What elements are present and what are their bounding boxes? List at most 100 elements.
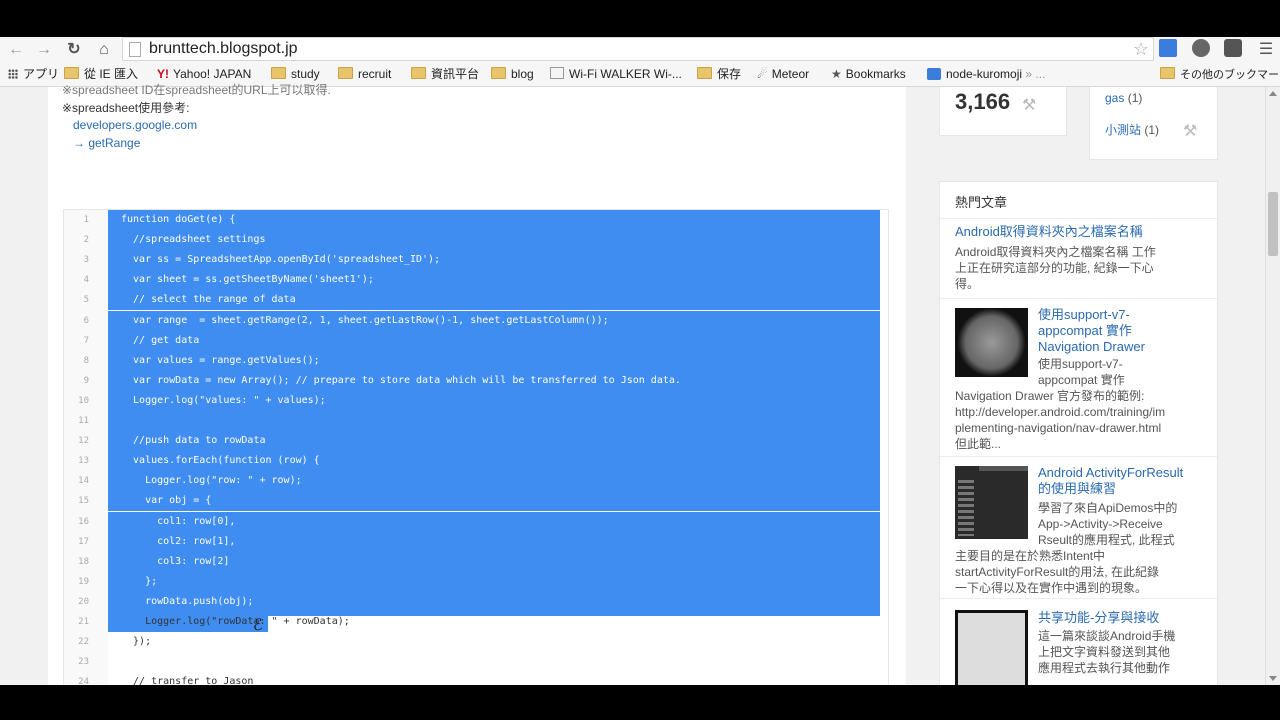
getrange-link[interactable]: → getRange bbox=[73, 136, 140, 150]
code-text: Logger.log("values: " + values); bbox=[121, 394, 326, 406]
bookmark-label: アプリ bbox=[23, 67, 60, 81]
folder-icon bbox=[411, 67, 426, 79]
reload-icon[interactable]: ↻ bbox=[64, 40, 84, 60]
post-title[interactable]: 共享功能-分享與接收 bbox=[1038, 610, 1159, 626]
code-text: col3: row[2] bbox=[121, 555, 230, 567]
line-number: 1 bbox=[83, 215, 89, 225]
code-text: col1: row[0], bbox=[121, 515, 236, 527]
line-number: 14 bbox=[78, 476, 89, 487]
code-line[interactable]: 8 var values = range.getValues(); bbox=[64, 350, 884, 371]
browser-toolbar: ← → ↻ ⌂ brunttech.blogspot.jp ☆ ☰ bbox=[0, 37, 1280, 62]
post-title-line: Navigation Drawer bbox=[1038, 339, 1145, 354]
code-line[interactable]: 18 col3: row[2] bbox=[64, 551, 884, 572]
code-line[interactable]: 23 bbox=[64, 652, 884, 672]
code-block[interactable]: 1 function doGet(e) {2 //spreadsheet sett… bbox=[63, 209, 889, 685]
line-number: 19 bbox=[78, 576, 89, 587]
post-snippet-cont: 主要目的是在於熟悉Intent中 startActivityForResult的… bbox=[955, 548, 1159, 596]
code-line[interactable]: 9 var rowData = new Array(); // prepare … bbox=[64, 370, 884, 391]
code-line[interactable]: 19 }; bbox=[64, 571, 884, 592]
forward-icon[interactable]: → bbox=[34, 40, 54, 60]
code-text: var values = range.getValues(); bbox=[121, 354, 320, 366]
post-title[interactable]: 使用support-v7- appcompat 實作 Navigation Dr… bbox=[1038, 307, 1145, 355]
line-number: 10 bbox=[78, 395, 89, 406]
bookmark-yahoo[interactable]: Y! Yahoo! JAPAN bbox=[157, 66, 251, 82]
line-number: 23 bbox=[78, 657, 89, 668]
bookmark-label: study bbox=[291, 67, 320, 81]
extension-icon[interactable] bbox=[1192, 39, 1210, 57]
pocket-icon[interactable] bbox=[1224, 39, 1242, 57]
bookmark-label: recruit bbox=[358, 67, 392, 81]
code-line[interactable]: 16 col1: row[0], bbox=[64, 511, 884, 532]
post-title[interactable]: Android取得資料夾內之檔案名稱 bbox=[955, 224, 1143, 240]
bookmark-recruit[interactable]: recruit bbox=[338, 66, 391, 82]
code-line[interactable]: 15 var obj = { bbox=[64, 491, 884, 512]
code-text: // get data bbox=[121, 334, 200, 346]
menu-icon[interactable]: ☰ bbox=[1256, 40, 1276, 60]
code-line[interactable]: 17 col2: row[1], bbox=[64, 531, 884, 552]
label-gas[interactable]: gas (1) bbox=[1105, 91, 1142, 105]
bookmark-info-platform[interactable]: 資訊平台 bbox=[411, 66, 479, 82]
overflow-icon[interactable]: » ... bbox=[1025, 67, 1045, 81]
wrench-icon[interactable]: ⚒ bbox=[1183, 121, 1197, 141]
line-number: 7 bbox=[83, 335, 89, 346]
developers-link[interactable]: developers.google.com bbox=[73, 118, 197, 132]
bookmark-apps[interactable]: アプリ bbox=[8, 66, 59, 82]
line-number: 20 bbox=[78, 596, 89, 607]
bookmark-star-icon[interactable]: ☆ bbox=[1133, 38, 1149, 60]
wrench-icon[interactable]: ⚒ bbox=[1022, 95, 1036, 115]
post-title[interactable]: Android ActivityForResult 的使用與練習 bbox=[1038, 465, 1183, 497]
folder-icon bbox=[64, 67, 79, 79]
label-small-test[interactable]: 小測站 (1) bbox=[1105, 121, 1159, 138]
scrollbar-thumb[interactable] bbox=[1268, 192, 1278, 256]
code-line[interactable]: 12 //push data to rowData bbox=[64, 431, 884, 452]
apps-icon bbox=[8, 69, 18, 79]
bookmark-ie-import[interactable]: 從 IE 匯入 bbox=[64, 66, 138, 82]
code-line[interactable]: 6 var range = sheet.getRange(2, 1, sheet… bbox=[64, 310, 884, 331]
line-number: 8 bbox=[83, 355, 89, 366]
bookmark-node-kuromoji[interactable]: node-kuromoji » ... bbox=[927, 66, 1045, 82]
line-number: 2 bbox=[83, 235, 89, 246]
code-line[interactable]: 3 var ss = SpreadsheetApp.openById('spre… bbox=[64, 250, 884, 271]
code-line[interactable]: 14 Logger.log("row: " + row); bbox=[64, 471, 884, 492]
back-icon[interactable]: ← bbox=[6, 40, 26, 60]
scroll-down-icon[interactable] bbox=[1269, 676, 1277, 681]
code-line[interactable]: 7 // get data bbox=[64, 330, 884, 351]
bookmark-save[interactable]: 保存 bbox=[697, 66, 741, 82]
snippet-line: 使用support-v7- bbox=[1038, 357, 1123, 371]
code-line[interactable]: 20 rowData.push(obj); bbox=[64, 591, 884, 612]
code-line[interactable]: 13 values.forEach(function (row) { bbox=[64, 451, 884, 472]
code-line[interactable]: 2 //spreadsheet settings bbox=[64, 230, 884, 251]
code-line[interactable]: 11 bbox=[64, 411, 884, 431]
code-text: // select the range of data bbox=[121, 294, 296, 306]
site-icon bbox=[927, 68, 941, 80]
page-scrollbar[interactable] bbox=[1265, 87, 1280, 685]
scroll-up-icon[interactable] bbox=[1269, 91, 1277, 96]
download-extension-icon[interactable] bbox=[1159, 39, 1177, 57]
bookmark-bookmarks[interactable]: ★ Bookmarks bbox=[831, 66, 906, 82]
star-icon: ★ bbox=[831, 67, 842, 81]
bookmark-label: 資訊平台 bbox=[431, 67, 480, 81]
bookmark-meteor[interactable]: ☄ Meteor bbox=[757, 66, 809, 82]
bookmark-other[interactable]: その他のブックマーク bbox=[1160, 66, 1280, 83]
popular-posts-widget: 熱門文章 Android取得資料夾內之檔案名稱 Android取得資料夾內之檔案… bbox=[939, 181, 1218, 685]
code-line[interactable]: 4 var sheet = ss.getSheetByName('sheet1'… bbox=[64, 270, 884, 291]
address-bar[interactable]: brunttech.blogspot.jp ☆ bbox=[122, 37, 1154, 61]
code-text: //push data to rowData bbox=[121, 435, 266, 447]
code-line[interactable]: 24 // transfer to Jason bbox=[64, 672, 884, 685]
code-line[interactable]: 22 }); bbox=[64, 632, 884, 652]
code-line[interactable]: 10 Logger.log("values: " + values); bbox=[64, 390, 884, 411]
bookmark-study[interactable]: study bbox=[271, 66, 320, 82]
bookmark-blog[interactable]: blog bbox=[491, 66, 534, 82]
post-thumbnail[interactable] bbox=[955, 308, 1028, 377]
line-number: 6 bbox=[83, 315, 89, 326]
post-thumbnail[interactable] bbox=[955, 466, 1028, 539]
code-line[interactable]: 1 function doGet(e) { bbox=[64, 210, 884, 230]
line-number: 9 bbox=[83, 375, 89, 386]
selection-highlight bbox=[108, 330, 880, 351]
home-icon[interactable]: ⌂ bbox=[94, 40, 114, 60]
post-thumbnail[interactable] bbox=[955, 610, 1028, 685]
code-line[interactable]: 21 Logger.log("rowData: " + rowData); bbox=[64, 612, 884, 632]
code-line[interactable]: 5 // select the range of data bbox=[64, 290, 884, 311]
bookmark-wifi-walker[interactable]: Wi-Fi WALKER Wi-... bbox=[550, 66, 682, 82]
selection-highlight bbox=[268, 612, 880, 616]
